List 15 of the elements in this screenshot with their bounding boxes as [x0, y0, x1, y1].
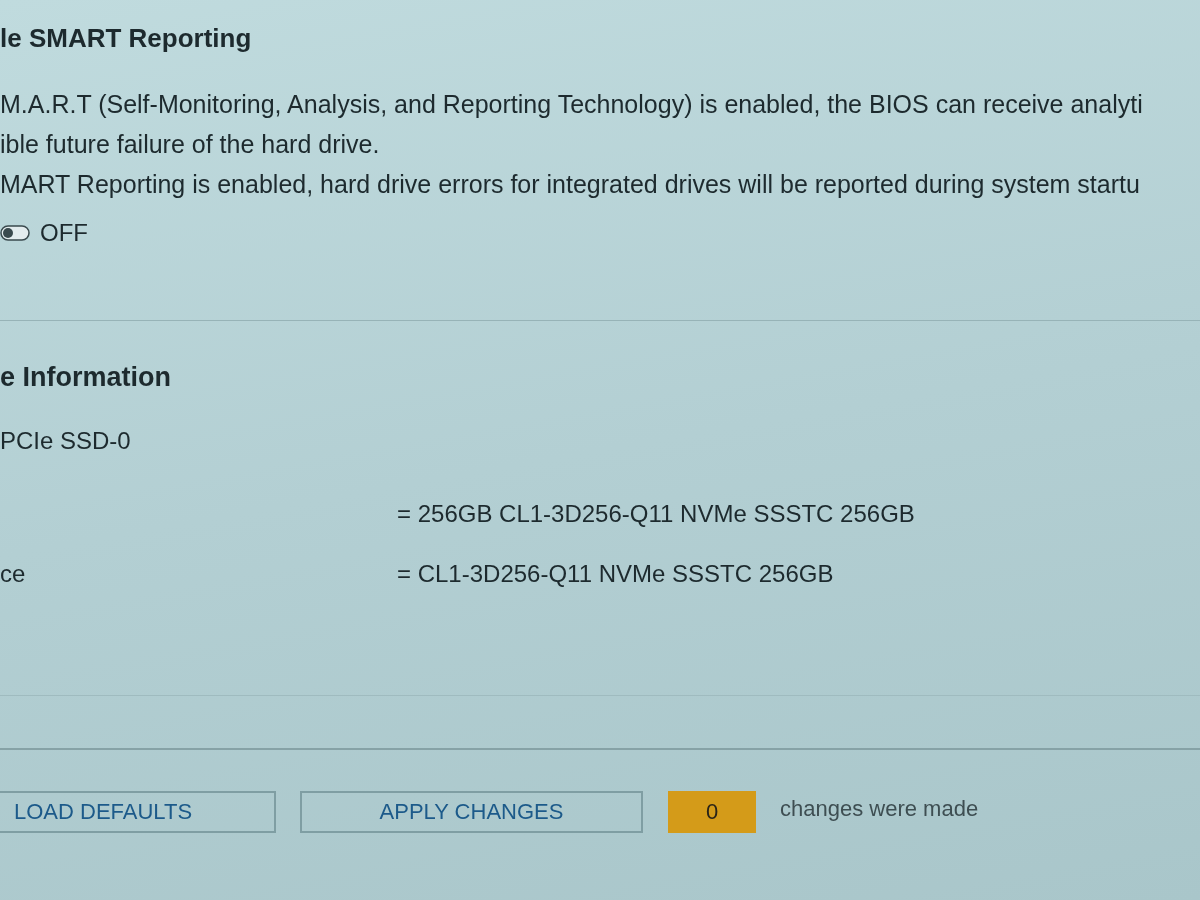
section-title: le SMART Reporting: [0, 22, 252, 54]
footer-button[interactable]: LOAD DEFAULTS: [0, 791, 276, 833]
status-text: changes were made: [780, 796, 979, 822]
description-line: ible future failure of the hard drive.: [0, 129, 380, 160]
toggle-label: OFF: [40, 218, 88, 248]
section-title: e Information: [0, 361, 171, 394]
description-line: M.A.R.T (Self-Monitoring, Analysis, and Reporting Technology) is enabled, the BIOS can receive analyti: [0, 89, 1143, 120]
info-value: = CL1-3D256-Q11 NVMe SSSTC 256GB: [397, 559, 834, 589]
change-counter: 0: [668, 791, 756, 833]
footer-button[interactable]: APPLY CHANGES: [300, 791, 643, 833]
device-name: PCIe SSD-0: [0, 426, 131, 456]
toggle-switch[interactable]: [0, 225, 30, 241]
description-line: MART Reporting is enabled, hard drive errors for integrated drives will be reported during system startu: [0, 169, 1140, 200]
info-value: = 256GB CL1-3D256-Q11 NVMe SSSTC 256GB: [397, 499, 915, 529]
info-label: ce: [0, 559, 26, 589]
